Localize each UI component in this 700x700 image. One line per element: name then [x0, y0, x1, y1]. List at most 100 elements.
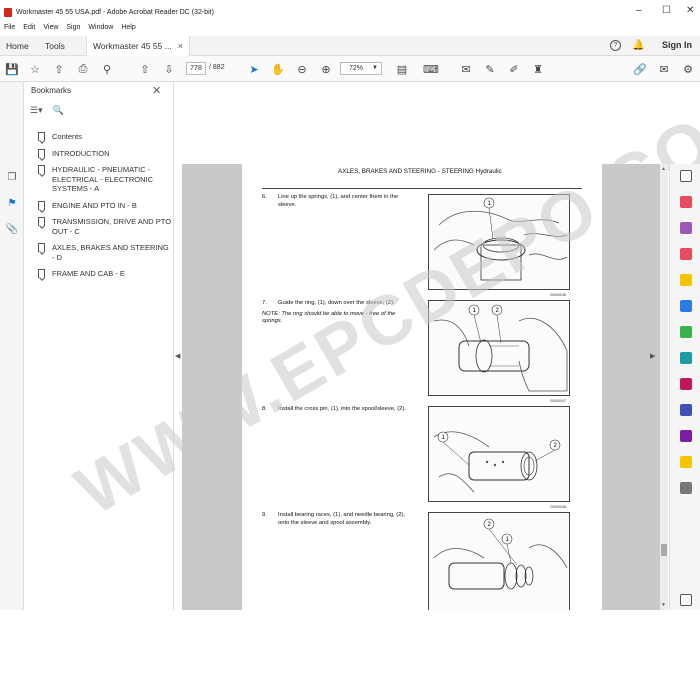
chevron-down-icon: ▼: [372, 65, 378, 71]
page-fit-icon[interactable]: ▤: [394, 61, 410, 77]
minimize-button[interactable]: –: [636, 5, 642, 16]
protect-icon[interactable]: [680, 404, 692, 416]
combine-files-icon[interactable]: [680, 300, 692, 312]
zoom-select[interactable]: 72% ▼: [340, 62, 382, 75]
menu-edit[interactable]: Edit: [23, 24, 35, 36]
bookmark-label: INTRODUCTION: [52, 148, 110, 158]
comment-icon[interactable]: ✉: [458, 61, 474, 77]
menu-view[interactable]: View: [43, 24, 58, 36]
create-pdf-icon[interactable]: [680, 222, 692, 234]
fill-sign-icon[interactable]: [680, 378, 692, 390]
next-page-icon[interactable]: ⇩: [161, 61, 177, 77]
scroll-down-icon[interactable]: ▼: [661, 602, 666, 608]
bookmark-item[interactable]: HYDRAULIC - PNEUMATIC - ELECTRICAL - ELE…: [36, 165, 172, 194]
highlight-pen-icon[interactable]: ✎: [482, 61, 498, 77]
search-tool-icon[interactable]: [680, 170, 692, 182]
step-text: Guide the ring, (1), down over the sleev…: [278, 300, 395, 306]
document-view[interactable]: AXLES, BRAKES AND STEERING - STEERING Hy…: [182, 164, 660, 610]
gear-icon[interactable]: ⚙: [680, 61, 696, 77]
page-number-input[interactable]: 778: [186, 62, 206, 75]
tab-tools[interactable]: Tools: [45, 36, 65, 56]
stamp-icon[interactable]: ♜: [530, 61, 546, 77]
search-icon[interactable]: ⚲: [99, 61, 115, 77]
bookmark-icon: [38, 217, 45, 226]
menu-help[interactable]: Help: [121, 24, 135, 36]
select-cursor-icon[interactable]: ➤: [246, 61, 262, 77]
bookmark-tools: ☰▾ 🔍: [30, 105, 64, 116]
more-tools-icon[interactable]: [680, 482, 692, 494]
page-thumbnails-icon[interactable]: ❐: [5, 172, 19, 186]
attachment-icon[interactable]: 📎: [5, 224, 19, 238]
zoom-in-icon[interactable]: ⊕: [318, 61, 334, 77]
draw-icon[interactable]: ✐: [506, 61, 522, 77]
comment-tool-icon[interactable]: [680, 274, 692, 286]
figure-ring-illustration: 1 2: [433, 304, 568, 392]
scan-ocr-icon[interactable]: [680, 352, 692, 364]
edit-pdf-icon[interactable]: [680, 248, 692, 260]
collapse-right-panel-icon[interactable]: ▶: [650, 352, 655, 360]
keyboard-icon[interactable]: ⌨: [423, 61, 439, 77]
bookmark-item[interactable]: FRAME AND CAB - E: [36, 269, 172, 279]
scrollbar-thumb[interactable]: [661, 544, 667, 556]
expand-rail-icon[interactable]: [680, 594, 692, 606]
step-7: 7. Guide the ring, (1), down over the sl…: [262, 300, 412, 326]
vertical-scrollbar[interactable]: ▲ ▼: [660, 164, 668, 610]
sign-in-button[interactable]: Sign In: [662, 40, 692, 50]
bookmark-icon: [38, 269, 45, 278]
step-note: NOTE: The ring should be able to move - …: [262, 310, 396, 325]
bookmark-item[interactable]: Contents: [36, 132, 172, 142]
send-for-signature-icon[interactable]: [680, 430, 692, 442]
step-number: 8.: [262, 406, 267, 412]
figure-bearing-illustration: 2 1: [433, 518, 568, 590]
hand-tool-icon[interactable]: ✋: [270, 61, 286, 77]
close-icon[interactable]: ✕: [152, 84, 161, 97]
step-6: 6. Line up the springs, (1), and center …: [262, 194, 412, 209]
close-window-button[interactable]: ✕: [686, 5, 694, 16]
bell-icon[interactable]: 🔔: [632, 40, 644, 51]
figure-code: 00000047: [550, 399, 566, 403]
print-icon[interactable]: ⎙: [75, 61, 91, 77]
tab-home[interactable]: Home: [6, 36, 29, 56]
bookmark-search-icon[interactable]: 🔍: [53, 105, 64, 116]
scroll-up-icon[interactable]: ▲: [661, 166, 666, 172]
figure-springs-illustration: 1: [433, 197, 568, 281]
menu-sign[interactable]: Sign: [66, 24, 80, 36]
bookmark-item[interactable]: AXLES, BRAKES AND STEERING - D: [36, 243, 172, 262]
bookmark-options-icon[interactable]: ☰▾: [30, 105, 43, 116]
bookmark-icon: [38, 148, 45, 158]
link-icon[interactable]: 🔗: [632, 61, 648, 77]
rich-media-icon[interactable]: [680, 456, 692, 468]
bookmark-item[interactable]: INTRODUCTION: [36, 148, 172, 159]
pdf-page: AXLES, BRAKES AND STEERING - STEERING Hy…: [242, 164, 602, 610]
step-8: 8. Install the cross pin, (1), into the …: [262, 406, 412, 414]
right-tools-rail: [669, 164, 700, 610]
bookmark-icon: [38, 200, 45, 210]
tab-document[interactable]: Workmaster 45 55 ... ×: [86, 36, 190, 56]
bookmark-label: FRAME AND CAB - E: [52, 269, 125, 278]
previous-page-icon[interactable]: ⇧: [137, 61, 153, 77]
email-icon[interactable]: ✉: [656, 61, 672, 77]
bookmark-icon: [38, 165, 45, 174]
bookmark-item[interactable]: TRANSMISSION, DRIVE AND PTO OUT - C: [36, 217, 172, 236]
export-pdf-icon[interactable]: [680, 196, 692, 208]
header-rule: [262, 188, 582, 189]
save-icon[interactable]: 💾: [4, 61, 20, 77]
step-text: Install the cross pin, (1), into the spo…: [278, 406, 406, 412]
bookmark-panel-icon[interactable]: ⚑: [5, 198, 19, 212]
step-text: Install bearing races, (1), and needle b…: [278, 512, 405, 526]
organize-pages-icon[interactable]: [680, 326, 692, 338]
step-number: 6.: [262, 194, 267, 200]
maximize-button[interactable]: ☐: [662, 5, 671, 16]
figure-code: 00000048: [550, 505, 566, 509]
page-separator: /: [209, 64, 211, 71]
menu-window[interactable]: Window: [88, 24, 113, 36]
bookmark-star-icon[interactable]: ☆: [27, 61, 43, 77]
upload-icon[interactable]: ⇧: [51, 61, 67, 77]
menu-file[interactable]: File: [4, 24, 15, 36]
acrobat-app-icon: [4, 7, 12, 17]
bookmark-item[interactable]: ENGINE AND PTO IN - B: [36, 200, 172, 211]
help-icon[interactable]: ?: [610, 40, 621, 51]
collapse-panel-icon[interactable]: ◀: [175, 352, 180, 360]
tab-close-icon[interactable]: ×: [178, 41, 183, 51]
zoom-out-icon[interactable]: ⊖: [294, 61, 310, 77]
